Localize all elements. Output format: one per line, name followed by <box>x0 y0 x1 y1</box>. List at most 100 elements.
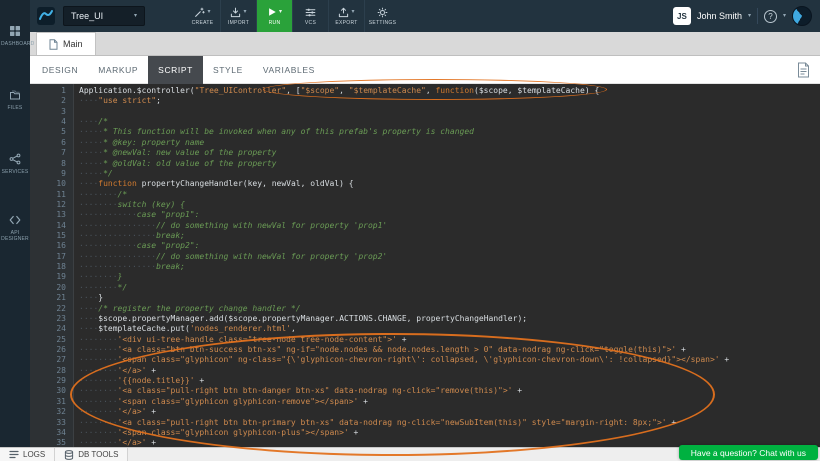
bottom-tab-db-tools[interactable]: DB TOOLS <box>55 448 128 461</box>
tab-main[interactable]: Main <box>36 32 96 55</box>
subtab-variables[interactable]: VARIABLES <box>253 56 325 84</box>
user-menu-chevron-down-icon[interactable]: ▾ <box>748 13 751 19</box>
header-divider <box>757 8 758 24</box>
files-icon <box>9 89 21 101</box>
user-avatar[interactable]: JS <box>673 7 691 25</box>
toolbar-import-button[interactable]: ▾ IMPORT <box>221 0 256 32</box>
line-number: 32 <box>30 407 66 417</box>
code-line: ············case "prop2": <box>79 241 820 251</box>
code-line: ················// do something with new… <box>79 252 820 262</box>
line-number: 11 <box>30 190 66 200</box>
line-number: 28 <box>30 366 66 376</box>
chevron-down-icon: ▾ <box>351 9 354 15</box>
sidebar-item-dashboard[interactable]: DASHBOARD <box>0 4 30 68</box>
line-number: 7 <box>30 148 66 158</box>
toolbar-label: VCS <box>305 20 316 26</box>
code-line: ········switch (key) { <box>79 200 820 210</box>
toolbar-label: IMPORT <box>228 20 249 26</box>
code-line: ········'<a class="pull-right btn btn-pr… <box>79 418 820 428</box>
line-number: 4 <box>30 117 66 127</box>
vcs-icon <box>305 7 316 18</box>
sidebar-item-files[interactable]: FILES <box>0 68 30 132</box>
line-number-gutter: 1234567891011121314151617181920212223242… <box>30 84 74 447</box>
line-number: 2 <box>30 96 66 106</box>
toolbar-icon-row: ▾ <box>267 6 282 18</box>
code-line: ·····* This function will be invoked whe… <box>79 127 820 137</box>
help-chevron-down-icon[interactable]: ▾ <box>783 13 786 19</box>
line-number: 8 <box>30 159 66 169</box>
sidebar-item-api-designer[interactable]: API DESIGNER <box>0 196 30 260</box>
sidebar-item-label: SERVICES <box>2 169 29 175</box>
toolbar-create-button[interactable]: ▾CREATE <box>185 0 220 32</box>
code-line: ·····*/ <box>79 169 820 179</box>
line-number: 29 <box>30 376 66 386</box>
support-chat-avatar[interactable] <box>792 6 812 26</box>
export-icon <box>338 7 349 18</box>
bottom-tab-label: DB TOOLS <box>78 450 118 459</box>
code-line: ····/* <box>79 117 820 127</box>
line-number: 16 <box>30 241 66 251</box>
chevron-down-icon: ▾ <box>134 13 137 19</box>
code-content[interactable]: Application.$controller("Tree_UIControll… <box>74 84 820 447</box>
project-selector[interactable]: Tree_UI ▾ <box>63 6 145 26</box>
subtab-script[interactable]: SCRIPT <box>148 56 203 84</box>
code-line: ········'</a>' + <box>79 366 820 376</box>
code-line: ················break; <box>79 231 820 241</box>
code-line: ····$scope.propertyManager.add($scope.pr… <box>79 314 820 324</box>
chat-with-us-button[interactable]: Have a question? Chat with us <box>679 445 818 460</box>
code-line: ·····* @oldVal: old value of the propert… <box>79 159 820 169</box>
code-line: ····$templateCache.put('nodes_renderer.h… <box>79 324 820 334</box>
open-files-tabbar: Main <box>30 32 820 56</box>
line-number: 23 <box>30 314 66 324</box>
code-line: ········'</a>' + <box>79 407 820 417</box>
code-line: ········*/ <box>79 283 820 293</box>
line-number: 17 <box>30 252 66 262</box>
code-line: ·····* @key: property name <box>79 138 820 148</box>
db-icon <box>64 450 74 460</box>
subtab-design[interactable]: DESIGN <box>32 56 88 84</box>
code-line: Application.$controller("Tree_UIControll… <box>79 86 820 96</box>
line-number: 31 <box>30 397 66 407</box>
line-number: 10 <box>30 179 66 189</box>
run-icon <box>267 7 277 17</box>
code-line: ········'<a class="btn btn-success btn-x… <box>79 345 820 355</box>
code-line: ·····* @newVal: new value of the propert… <box>79 148 820 158</box>
line-number: 26 <box>30 345 66 355</box>
subtab-style[interactable]: STYLE <box>203 56 253 84</box>
toolbar-vcs-button[interactable]: VCS <box>293 0 328 32</box>
top-header: Tree_UI ▾ ▾CREATE▾IMPORT▾RUNVCS▾EXPORTSE… <box>30 0 820 32</box>
code-line: ········'{{node.title}}' + <box>79 376 820 386</box>
toolbar-settings-button[interactable]: SETTINGS <box>365 0 400 32</box>
subtab-markup[interactable]: MARKUP <box>88 56 148 84</box>
import-icon <box>230 7 241 18</box>
toolbar-run-button[interactable]: ▾RUN <box>257 0 292 32</box>
line-number: 12 <box>30 200 66 210</box>
code-editor[interactable]: 1234567891011121314151617181920212223242… <box>30 84 820 447</box>
line-number: 5 <box>30 127 66 137</box>
header-right: JS John Smith ▾ ? ▾ <box>673 6 820 26</box>
main-toolbar: ▾CREATE▾IMPORT▾RUNVCS▾EXPORTSETTINGS <box>185 0 400 32</box>
logs-icon <box>9 450 19 459</box>
editor-mode-tabbar: DESIGNMARKUPSCRIPTSTYLEVARIABLES <box>30 56 820 84</box>
settings-icon <box>377 7 388 18</box>
left-nav-sidebar: DASHBOARDFILES SERVICES API DESIGNER <box>0 0 30 447</box>
file-document-icon[interactable] <box>797 62 810 78</box>
line-number: 14 <box>30 221 66 231</box>
toolbar-label: CREATE <box>192 20 214 26</box>
toolbar-icon-row: ▾ <box>230 6 246 18</box>
toolbar-export-button[interactable]: ▾EXPORT <box>329 0 364 32</box>
code-line <box>79 107 820 117</box>
line-number: 34 <box>30 428 66 438</box>
bottom-tab-logs[interactable]: LOGS <box>0 448 55 461</box>
code-line: ····function propertyChangeHandler(key, … <box>79 179 820 189</box>
line-number: 13 <box>30 210 66 220</box>
editor-mode-tabs: DESIGNMARKUPSCRIPTSTYLEVARIABLES <box>32 56 325 84</box>
code-line: ········'<span class="glyphicon" ng-clas… <box>79 355 820 365</box>
line-number: 35 <box>30 438 66 447</box>
sidebar-item-services[interactable]: SERVICES <box>0 132 30 196</box>
tab-label: Main <box>63 39 83 49</box>
code-line: ················break; <box>79 262 820 272</box>
help-button[interactable]: ? <box>764 10 777 23</box>
line-number: 19 <box>30 272 66 282</box>
wavemaker-studio-app: Tree_UI ▾ ▾CREATE▾IMPORT▾RUNVCS▾EXPORTSE… <box>0 0 820 461</box>
